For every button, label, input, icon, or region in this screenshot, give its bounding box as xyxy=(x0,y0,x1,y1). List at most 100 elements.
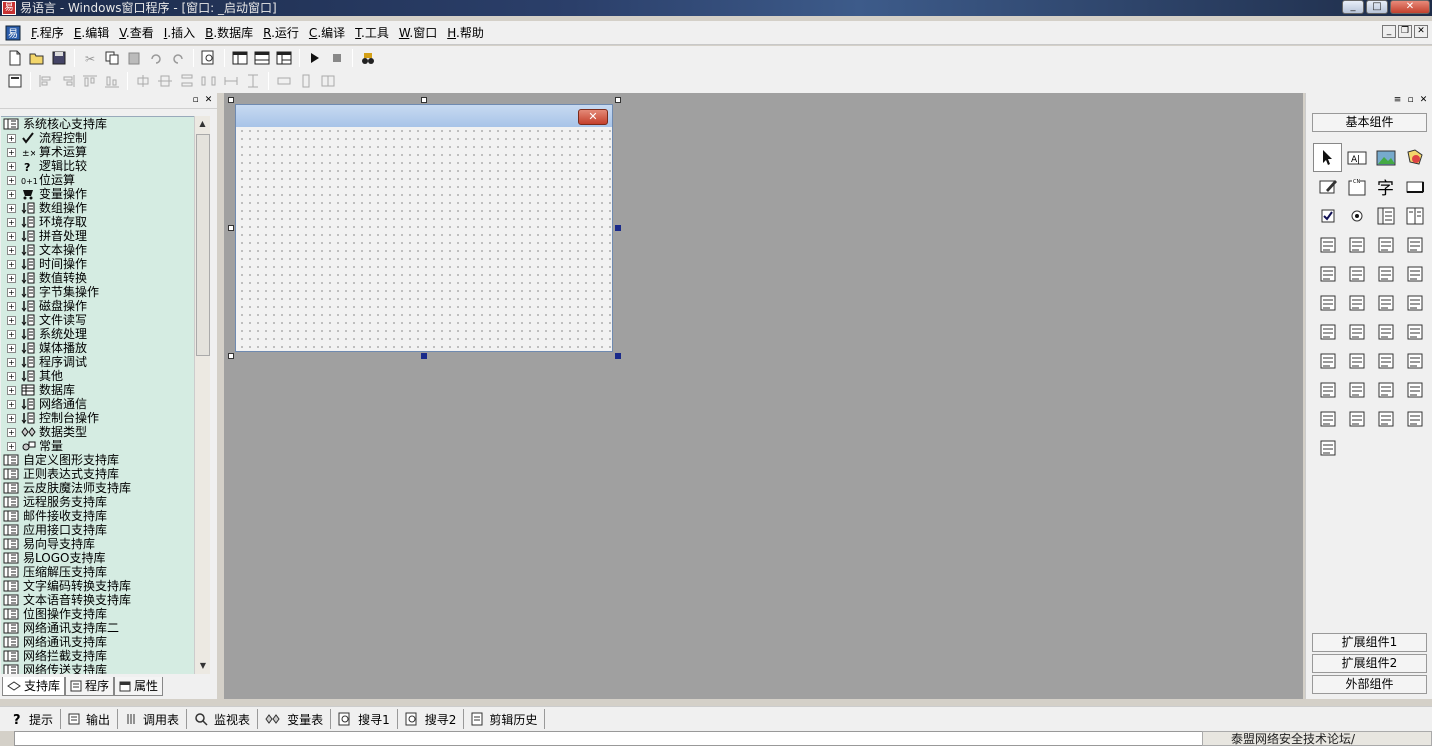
tree-item[interactable]: + 数据类型 xyxy=(1,425,194,439)
serial-port-icon[interactable] xyxy=(1371,375,1400,404)
basic-components-button[interactable]: 基本组件 xyxy=(1312,113,1427,132)
expand-icon[interactable]: + xyxy=(7,287,16,297)
expand-icon[interactable]: + xyxy=(7,203,16,213)
redo-icon[interactable] xyxy=(167,47,189,69)
tree-library-item[interactable]: 压缩解压支持库 xyxy=(1,565,194,579)
mdi-minimize-button[interactable]: _ xyxy=(1382,25,1396,38)
odbc-database-icon[interactable] xyxy=(1400,404,1429,433)
extended-components-1-button[interactable]: 扩展组件1 xyxy=(1312,633,1427,652)
same-height-icon[interactable] xyxy=(295,70,317,92)
tree-library-item[interactable]: 网络通讯支持库 xyxy=(1,635,194,649)
mdi-close-button[interactable]: ✕ xyxy=(1414,25,1428,38)
client-icon[interactable] xyxy=(1313,375,1342,404)
align-right-icon[interactable] xyxy=(57,70,79,92)
extended-components-2-button[interactable]: 扩展组件2 xyxy=(1312,654,1427,673)
panel-close-button-right[interactable]: ✕ xyxy=(1418,95,1429,106)
odbc-provider-icon[interactable] xyxy=(1313,433,1342,462)
shape-icon[interactable] xyxy=(1400,143,1429,172)
expand-icon[interactable]: + xyxy=(7,329,16,339)
data-source-icon[interactable] xyxy=(1371,346,1400,375)
layout-1-icon[interactable] xyxy=(229,47,251,69)
tab-variables[interactable]: 变量表 xyxy=(258,709,332,729)
tree-item[interactable]: + 字节集操作 xyxy=(1,285,194,299)
resize-handle-se[interactable] xyxy=(615,353,621,359)
tree-item[interactable]: + 数值转换 xyxy=(1,271,194,285)
tree-item[interactable]: + 环境存取 xyxy=(1,215,194,229)
combo-box-icon[interactable] xyxy=(1371,201,1400,230)
panel-close-button[interactable]: ✕ xyxy=(203,95,214,106)
tree-library-item[interactable]: 易向导支持库 xyxy=(1,537,194,551)
expand-icon[interactable]: + xyxy=(7,231,16,241)
cut-icon[interactable]: ✂ xyxy=(79,47,101,69)
resize-handle-e[interactable] xyxy=(615,225,621,231)
menu-program[interactable]: F.程序 xyxy=(26,22,69,44)
scroll-down-arrow[interactable]: ▼ xyxy=(195,658,211,674)
progress-icon[interactable] xyxy=(1400,230,1429,259)
copy-icon[interactable] xyxy=(101,47,123,69)
server-icon[interactable] xyxy=(1342,375,1371,404)
expand-icon[interactable]: + xyxy=(7,161,16,171)
same-size-icon[interactable] xyxy=(317,70,339,92)
expand-icon[interactable]: + xyxy=(7,273,16,283)
panel-menu-button[interactable]: ≡ xyxy=(1392,95,1403,106)
database-provider-icon[interactable] xyxy=(1342,404,1371,433)
new-file-icon[interactable] xyxy=(4,47,26,69)
tab-properties[interactable]: 属性 xyxy=(114,677,164,696)
align-left-icon[interactable] xyxy=(35,70,57,92)
open-folder-icon[interactable] xyxy=(26,47,48,69)
layout-3-icon[interactable] xyxy=(273,47,295,69)
printer-icon[interactable] xyxy=(1342,346,1371,375)
startup-window-form[interactable]: ✕ xyxy=(235,104,613,352)
tree-library-item[interactable]: 云皮肤魔法师支持库 xyxy=(1,481,194,495)
tree-item[interactable]: + 文本操作 xyxy=(1,243,194,257)
hyperlink-icon[interactable] xyxy=(1342,317,1371,346)
data-provider-icon[interactable] xyxy=(1400,346,1429,375)
tree-item[interactable]: + 文件读写 xyxy=(1,313,194,327)
menu-insert[interactable]: I.插入 xyxy=(159,22,200,44)
menu-help[interactable]: H.帮助 xyxy=(442,22,489,44)
tree-item[interactable]: + 时间操作 xyxy=(1,257,194,271)
tree-library-item[interactable]: 网络拦截支持库 xyxy=(1,649,194,663)
group-box-icon[interactable]: CN xyxy=(1342,172,1371,201)
tab-watch[interactable]: 监视表 xyxy=(187,709,259,729)
external-components-button[interactable]: 外部组件 xyxy=(1312,675,1427,694)
expand-icon[interactable]: + xyxy=(7,343,16,353)
tree-library-item[interactable]: 易LOGO支持库 xyxy=(1,551,194,565)
scroll-thumb[interactable] xyxy=(196,134,210,356)
close-button[interactable]: ✕ xyxy=(1390,0,1430,14)
expand-icon[interactable]: + xyxy=(7,301,16,311)
tab-program[interactable]: 程序 xyxy=(65,677,115,696)
center-h-icon[interactable] xyxy=(132,70,154,92)
tree-library-item[interactable]: 文字编码转换支持库 xyxy=(1,579,194,593)
menu-run[interactable]: R.运行 xyxy=(258,22,304,44)
select-list-icon[interactable] xyxy=(1313,230,1342,259)
edit-box-icon[interactable] xyxy=(1313,172,1342,201)
form-caption-bar[interactable]: ✕ xyxy=(236,105,612,127)
drive-box-icon[interactable] xyxy=(1342,288,1371,317)
expand-icon[interactable]: + xyxy=(7,385,16,395)
tab-libraries[interactable]: 支持库 xyxy=(2,677,66,696)
tree-library-item[interactable]: 文本语音转换支持库 xyxy=(1,593,194,607)
outline-icon[interactable] xyxy=(1313,404,1342,433)
menu-window[interactable]: W.窗口 xyxy=(394,22,442,44)
tree-library-item[interactable]: 网络传送支持库 xyxy=(1,663,194,674)
tree-item[interactable]: + 控制台操作 xyxy=(1,411,194,425)
expand-icon[interactable]: + xyxy=(7,315,16,325)
menu-view[interactable]: V.查看 xyxy=(114,22,159,44)
tree-item[interactable]: + 数据库 xyxy=(1,383,194,397)
tab-hint[interactable]: ? 提示 xyxy=(4,709,62,729)
tree-item[interactable]: + 其他 xyxy=(1,369,194,383)
tree-item[interactable]: + ±× 算术运算 xyxy=(1,145,194,159)
hscroll-icon[interactable] xyxy=(1342,230,1371,259)
tree-item[interactable]: + 变量操作 xyxy=(1,187,194,201)
resize-handle-nw[interactable] xyxy=(228,97,234,103)
expand-icon[interactable]: + xyxy=(7,441,16,451)
tree-library-item[interactable]: 正则表达式支持库 xyxy=(1,467,194,481)
center-v-icon[interactable] xyxy=(154,70,176,92)
label-icon[interactable]: A| xyxy=(1342,143,1371,172)
space-v-icon[interactable] xyxy=(242,70,264,92)
tree-library-item[interactable]: 网络通讯支持库二 xyxy=(1,621,194,635)
tree-library-item[interactable]: 邮件接收支持库 xyxy=(1,509,194,523)
resize-handle-sw[interactable] xyxy=(228,353,234,359)
forum-notice[interactable]: 泰盟网络安全技术论坛/ xyxy=(1202,731,1432,746)
